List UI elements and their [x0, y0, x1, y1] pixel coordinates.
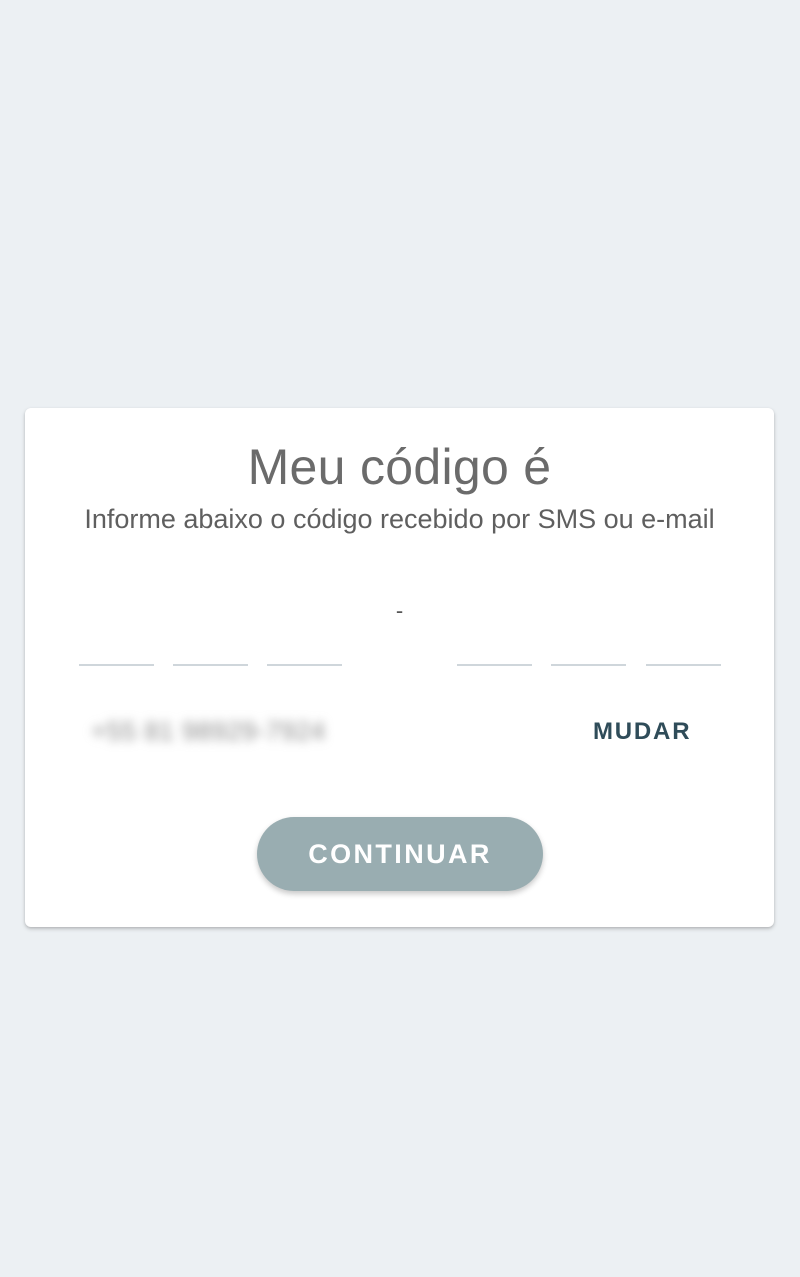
code-digit-2[interactable] — [173, 618, 248, 666]
instructions-text: Informe abaixo o código recebido por SMS… — [84, 504, 715, 534]
code-digit-4[interactable] — [457, 618, 532, 666]
code-digit-3[interactable] — [267, 618, 342, 666]
phone-number: +55 81 98929-7924 — [91, 716, 326, 746]
change-phone-button[interactable]: MUDAR — [585, 714, 699, 750]
verification-card: Meu código é Informe abaixo o código rec… — [25, 408, 774, 927]
page-title: Meu código é — [247, 439, 552, 495]
code-digit-6[interactable] — [646, 618, 721, 666]
code-digit-5[interactable] — [551, 618, 626, 666]
code-digit-1[interactable] — [79, 618, 154, 666]
continue-button[interactable]: CONTINUAR — [257, 817, 543, 891]
